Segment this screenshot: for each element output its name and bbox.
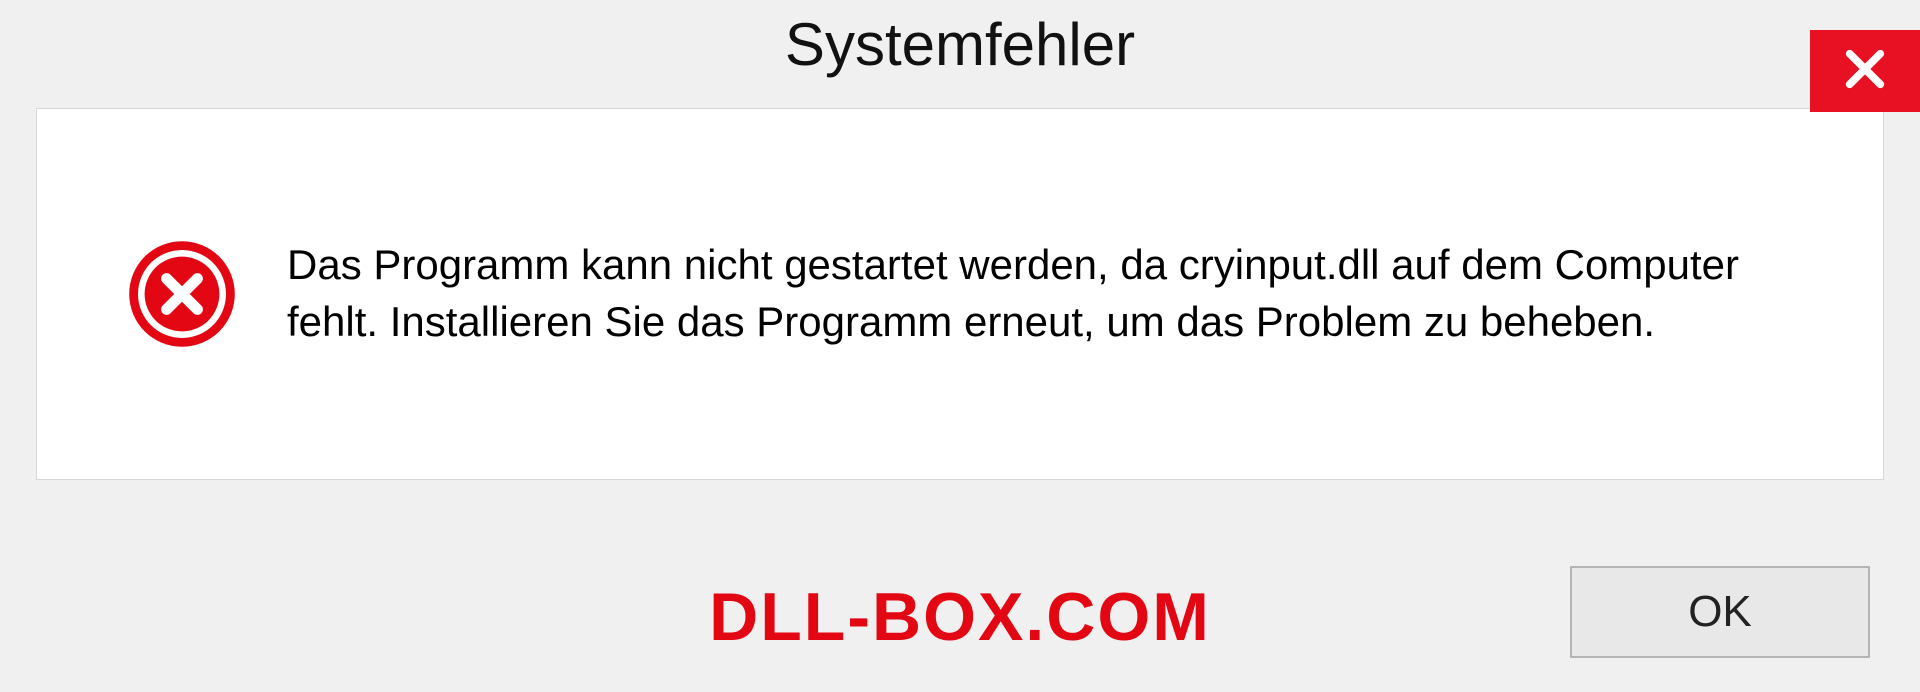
titlebar: Systemfehler — [0, 0, 1920, 90]
watermark-text: DLL-BOX.COM — [709, 578, 1211, 656]
content-box: Das Programm kann nicht gestartet werden… — [36, 108, 1884, 480]
error-dialog: Systemfehler Das Programm kann nicht ges… — [0, 0, 1920, 692]
close-icon — [1842, 46, 1888, 97]
footer: DLL-BOX.COM OK — [0, 532, 1920, 692]
close-button[interactable] — [1810, 30, 1920, 112]
error-icon — [127, 239, 237, 349]
error-message: Das Programm kann nicht gestartet werden… — [287, 237, 1823, 350]
ok-button[interactable]: OK — [1570, 566, 1870, 658]
dialog-title: Systemfehler — [785, 10, 1135, 79]
